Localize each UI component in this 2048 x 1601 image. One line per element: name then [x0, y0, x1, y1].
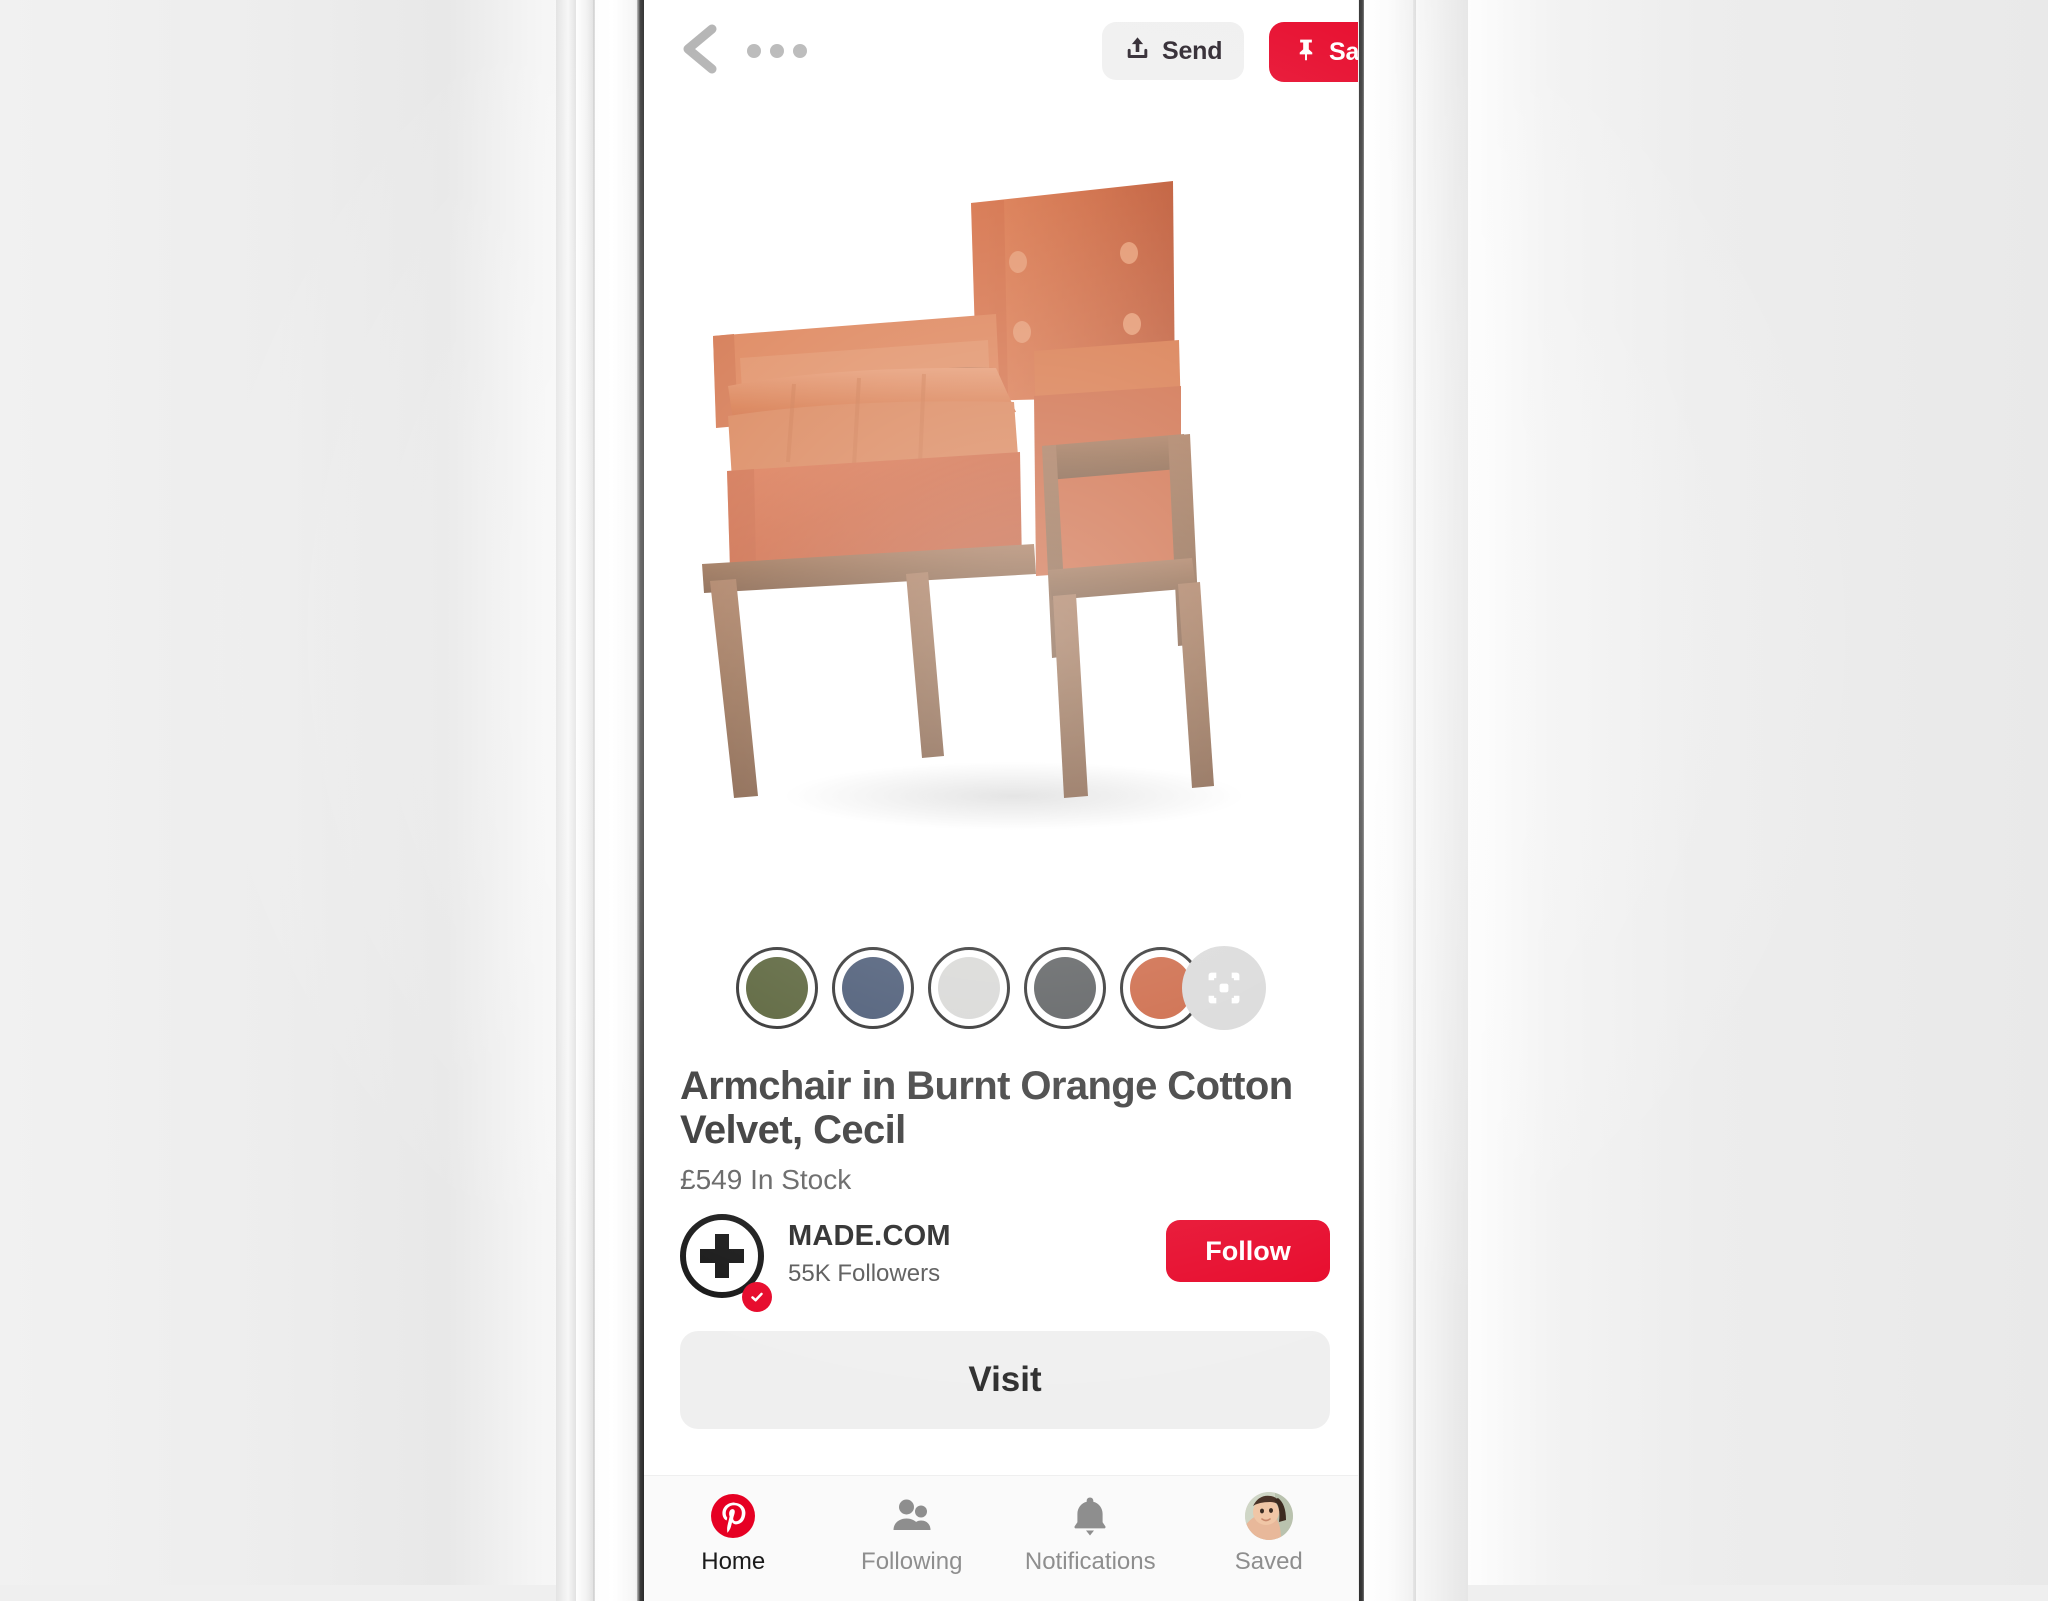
merchant-followers: 55K Followers	[788, 1260, 941, 1287]
merchant-name[interactable]: MADE.COM	[788, 1220, 951, 1253]
save-button[interactable]: Save	[1269, 22, 1358, 82]
tab-notifications[interactable]: Notifications	[1001, 1476, 1180, 1576]
check-badge-icon	[742, 1282, 772, 1312]
background-right	[1468, 0, 2048, 1585]
avatar	[1244, 1492, 1293, 1540]
tab-home-label: Home	[701, 1548, 766, 1575]
user-avatar-photo	[1244, 1490, 1293, 1542]
phone-device: Send Save	[556, 0, 1468, 1601]
tab-following-label: Following	[861, 1548, 963, 1575]
swatch-charcoal-fill	[1034, 957, 1096, 1019]
bell-icon	[1066, 1490, 1114, 1542]
swatch-navy-blue-fill	[842, 957, 904, 1019]
swatch-navy-blue[interactable]	[832, 947, 914, 1029]
swatch-light-grey-fill	[938, 957, 1000, 1019]
color-swatch-row	[644, 938, 1358, 1038]
scene: Send Save	[0, 0, 2048, 1601]
send-button[interactable]: Send	[1102, 22, 1245, 80]
ellipsis-icon[interactable]	[747, 44, 809, 58]
visual-search-icon[interactable]	[1182, 946, 1266, 1030]
phone-left-bezel	[595, 0, 639, 1601]
tab-saved-label: Saved	[1234, 1548, 1303, 1575]
tab-notifications-label: Notifications	[1024, 1548, 1156, 1575]
pinterest-logo-icon	[709, 1490, 757, 1542]
tab-home[interactable]: Home	[644, 1476, 823, 1576]
save-button-label: Save	[1329, 37, 1358, 66]
swatch-light-grey[interactable]	[928, 947, 1010, 1029]
follow-button[interactable]: Follow	[1166, 1220, 1330, 1282]
phone-right-outer-edge	[1416, 0, 1468, 1601]
swatch-olive-green-fill	[746, 957, 808, 1019]
phone-left-screen-edge	[637, 0, 644, 1601]
product-title: Armchair in Burnt Orange Cotton Velvet, …	[680, 1064, 1293, 1152]
send-button-label: Send	[1162, 36, 1223, 65]
share-upload-icon	[1124, 34, 1151, 68]
pin-icon	[1293, 36, 1319, 69]
top-action-bar: Send Save	[644, 0, 1358, 96]
people-icon	[888, 1490, 936, 1542]
background-left	[0, 0, 620, 1585]
swatch-charcoal[interactable]	[1024, 947, 1106, 1029]
phone-left-mid-edge	[576, 0, 594, 1601]
phone-right-bezel	[1364, 0, 1413, 1601]
product-price-stock: £549 In Stock	[680, 1164, 852, 1195]
tab-saved[interactable]: Saved	[1180, 1476, 1359, 1576]
tab-following[interactable]: Following	[823, 1476, 1002, 1576]
phone-screen: Send Save	[644, 0, 1358, 1601]
merchant-row: MADE.COM 55K Followers Follow	[680, 1214, 1330, 1312]
product-image[interactable]	[644, 96, 1358, 931]
swatch-olive-green[interactable]	[736, 947, 818, 1029]
chevron-left-icon[interactable]	[674, 24, 720, 74]
phone-left-outer-edge	[556, 0, 578, 1601]
visit-button[interactable]: Visit	[680, 1331, 1330, 1429]
bottom-tab-bar: Home Following Notifications Saved	[644, 1475, 1358, 1601]
plus-circle-avatar[interactable]	[680, 1214, 772, 1312]
